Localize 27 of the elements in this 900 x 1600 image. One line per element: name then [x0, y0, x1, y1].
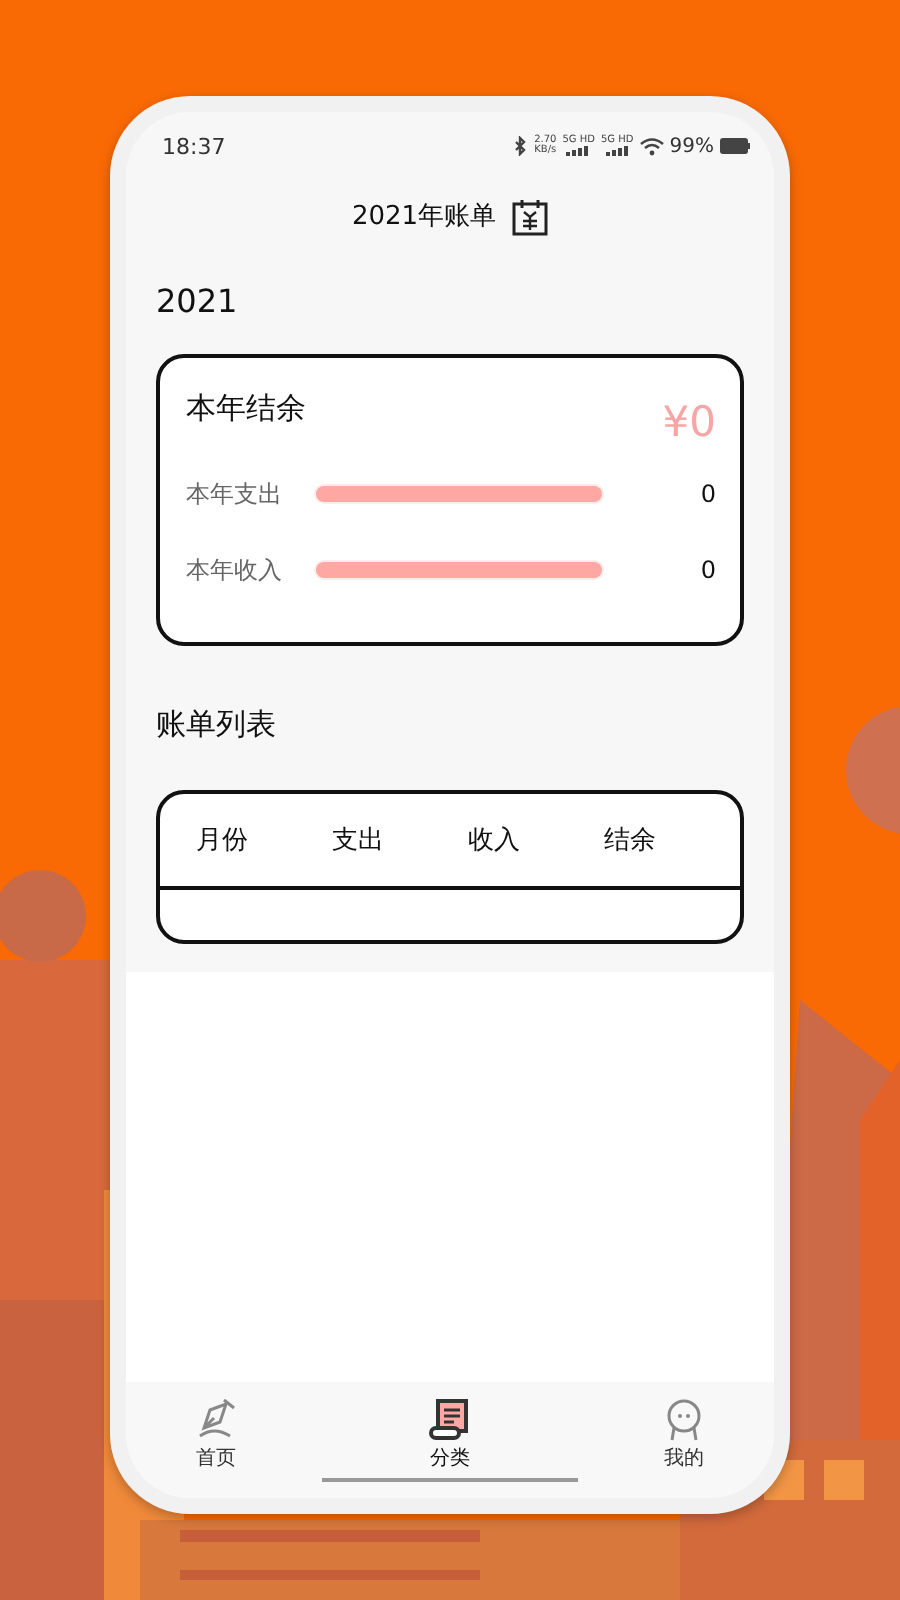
battery-percent: 99% [669, 135, 714, 157]
year-heading: 2021 [156, 282, 240, 324]
signal-icon [566, 146, 591, 156]
row-value: 0 [700, 556, 716, 584]
scroll-icon [428, 1398, 472, 1442]
row-label: 本年收入 [186, 553, 284, 587]
tab[interactable]: 我的 [662, 1398, 706, 1478]
signal-icon [605, 146, 630, 156]
wifi-icon [639, 137, 664, 155]
column-header: 结余 [604, 824, 658, 858]
pen-nib-icon [194, 1398, 238, 1442]
row-value: 0 [700, 480, 716, 508]
column-header: 支出 [332, 824, 386, 858]
section-title: 账单列表 [156, 706, 278, 746]
page-title: 2021年账单 [351, 200, 497, 234]
balance-amount: ¥0 [662, 398, 716, 446]
calendar-icon[interactable] [512, 197, 549, 235]
row-label: 本年支出 [186, 477, 284, 511]
bluetooth-icon [514, 136, 529, 156]
tab[interactable]: 分类 [428, 1398, 472, 1478]
column-header: 月份 [196, 824, 250, 858]
summary-title: 本年结余 [186, 390, 306, 428]
status-time: 18:37 [162, 133, 226, 159]
tab[interactable]: 首页 [194, 1398, 238, 1478]
battery-icon [720, 138, 750, 154]
face-icon [662, 1398, 706, 1442]
column-header: 收入 [468, 824, 522, 858]
